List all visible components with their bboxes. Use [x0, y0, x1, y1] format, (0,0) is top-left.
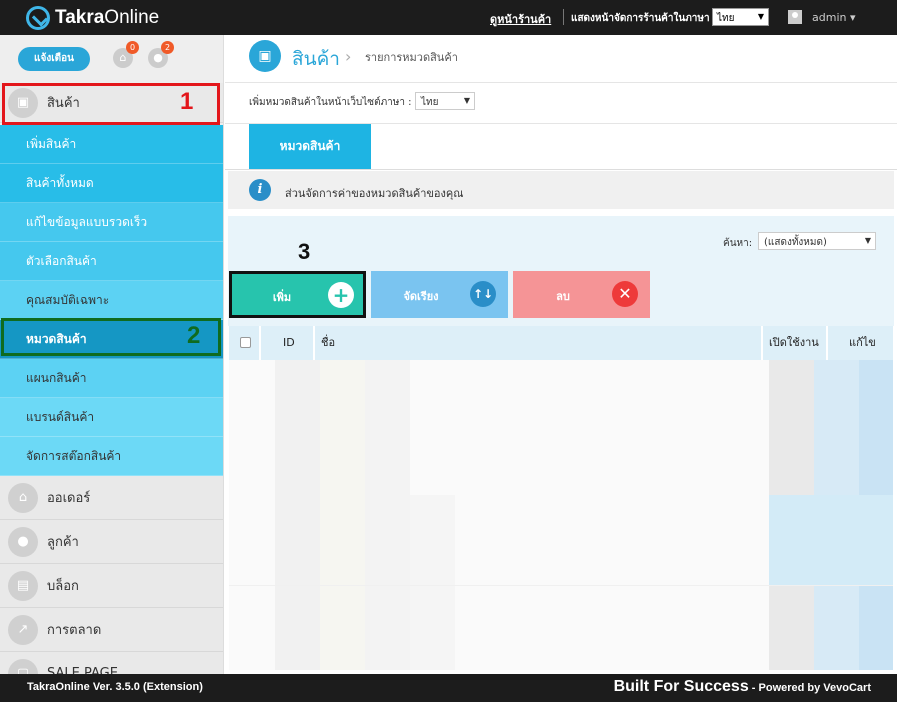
logo-text-bold: Takra	[55, 7, 105, 28]
dropdown-arrow-icon: ▼	[864, 236, 871, 245]
cart-badge: 0	[126, 41, 139, 54]
tagline: Built For Success	[613, 678, 749, 695]
chevron-right-icon: ›	[345, 47, 352, 66]
delete-button[interactable]: ลบ ✕	[513, 271, 650, 318]
sidebar-item-label: บล็อก	[47, 579, 79, 594]
breadcrumb: รายการหมวดสินค้า	[365, 51, 458, 64]
info-bar: i ส่วนจัดการค่าของหมวดสินค้าของคุณ	[228, 171, 894, 209]
delete-button-label: ลบ	[556, 290, 570, 303]
sidebar-item-label: ลูกค้า	[47, 535, 79, 550]
annotation-number-1: 1	[180, 88, 194, 115]
content-language-select[interactable]: ไทย ▼	[415, 92, 475, 110]
sidebar-sub-departments[interactable]: แผนกสินค้า	[0, 359, 223, 398]
table-cell	[275, 360, 320, 670]
annotation-number-3: 3	[298, 239, 311, 264]
sort-icon: ↑↓	[470, 281, 496, 307]
column-enabled[interactable]: เปิดใช้งาน	[769, 326, 819, 360]
footer-brand: Built For Success - Powered by VevoCart	[614, 678, 871, 696]
logo-text-light: Online	[104, 7, 160, 28]
divider	[225, 82, 897, 83]
table-cell	[365, 360, 410, 670]
admin-language-select[interactable]: ไทย ▼	[712, 8, 769, 26]
column-divider	[259, 326, 261, 360]
notify-button[interactable]: แจ้งเตือน	[18, 47, 90, 71]
sidebar-item-blog[interactable]: ▤ บล็อก	[0, 564, 223, 608]
top-bar: TakraOnline ดูหน้าร้านค้า แสดงหน้าจัดการ…	[0, 0, 897, 35]
version-text: TakraOnline Ver. 3.5.0 (Extension)	[27, 681, 203, 693]
table-cell	[410, 495, 455, 670]
info-icon: i	[249, 179, 271, 201]
divider	[563, 9, 564, 25]
dropdown-arrow-icon: ▼	[463, 96, 470, 105]
content-language-label: เพิ่มหมวดสินค้าในหน้าเว็บไซต์ภาษา :	[249, 97, 412, 108]
divider	[225, 169, 897, 170]
admin-language-label: แสดงหน้าจัดการร้านค้าในภาษา	[571, 13, 710, 24]
table-header: ID ชื่อ เปิดใช้งาน แก้ไข	[229, 326, 893, 360]
sidebar-item-orders[interactable]: ⌂ ออเดอร์	[0, 476, 223, 520]
sidebar-sub-quick-edit[interactable]: แก้ไขข้อมูลแบบรวดเร็ว	[0, 203, 223, 242]
sidebar-item-label: การตลาด	[47, 623, 102, 638]
search-label: ค้นหา:	[723, 238, 753, 249]
search-filter-select[interactable]: (แสดงทั้งหมด) ▼	[758, 232, 876, 250]
content-language-value: ไทย	[421, 97, 439, 108]
basket-icon: ⌂	[8, 482, 38, 513]
sidebar-sub-stock[interactable]: จัดการสต๊อกสินค้า	[0, 437, 223, 476]
sort-button-label: จัดเรียง	[403, 290, 439, 303]
row-divider	[229, 585, 893, 586]
column-id[interactable]: ID	[283, 326, 295, 360]
column-edit[interactable]: แก้ไข	[849, 326, 876, 360]
info-text: ส่วนจัดการค่าของหมวดสินค้าของคุณ	[285, 187, 464, 200]
sort-button[interactable]: จัดเรียง ↑↓	[371, 271, 508, 318]
column-divider	[313, 326, 315, 360]
column-divider	[826, 326, 828, 360]
main-content: ▣ สินค้า › รายการหมวดสินค้า เพิ่มหมวดสิน…	[225, 35, 897, 674]
dropdown-arrow-icon: ▼	[757, 12, 764, 21]
select-all-checkbox[interactable]	[240, 337, 251, 348]
user-icon: ●	[8, 526, 38, 557]
search-filter-value: (แสดงทั้งหมด)	[764, 237, 827, 248]
sidebar-item-marketing[interactable]: ↗ การตลาด	[0, 608, 223, 652]
logo-check-icon	[26, 6, 50, 30]
admin-language-value: ไทย	[717, 13, 735, 24]
salepage-icon: ▢	[8, 658, 38, 674]
page-title: สินค้า	[292, 48, 340, 70]
table-body-blurred	[229, 360, 893, 670]
column-divider	[761, 326, 763, 360]
box-icon: ▣	[249, 40, 281, 72]
chart-icon: ↗	[8, 614, 38, 645]
close-icon: ✕	[612, 281, 638, 307]
user-badge: 2	[161, 41, 174, 54]
sidebar-sub-add-product[interactable]: เพิ่มสินค้า	[0, 125, 223, 164]
add-button[interactable]: เพิ่ม +	[229, 271, 366, 318]
sidebar-item-sale-page[interactable]: ▢ SALE PAGE	[0, 652, 223, 674]
sidebar-item-label: SALE PAGE	[47, 666, 118, 674]
table-cell	[320, 360, 365, 670]
view-store-link[interactable]: ดูหน้าร้านค้า	[490, 10, 551, 28]
plus-icon: +	[328, 282, 354, 308]
sidebar-sub-brands[interactable]: แบรนด์สินค้า	[0, 398, 223, 437]
sidebar-sub-product-options[interactable]: ตัวเลือกสินค้า	[0, 242, 223, 281]
avatar[interactable]	[788, 10, 802, 24]
column-name[interactable]: ชื่อ	[321, 326, 335, 360]
sidebar-sub-all-products[interactable]: สินค้าทั้งหมด	[0, 164, 223, 203]
logo[interactable]: TakraOnline	[26, 4, 159, 32]
tab-categories[interactable]: หมวดสินค้า	[249, 124, 371, 169]
blog-icon: ▤	[8, 570, 38, 601]
annotation-number-2: 2	[187, 322, 201, 349]
sidebar-sub-attributes[interactable]: คุณสมบัติเฉพาะ	[0, 281, 223, 320]
sidebar-item-customers[interactable]: ● ลูกค้า	[0, 520, 223, 564]
table-cell	[769, 495, 893, 585]
admin-menu[interactable]: admin ▾	[812, 11, 855, 24]
powered-by: - Powered by VevoCart	[748, 682, 871, 694]
footer: TakraOnline Ver. 3.5.0 (Extension) Built…	[0, 674, 897, 702]
add-button-label: เพิ่ม	[272, 291, 292, 304]
sidebar-item-label: ออเดอร์	[47, 491, 91, 506]
